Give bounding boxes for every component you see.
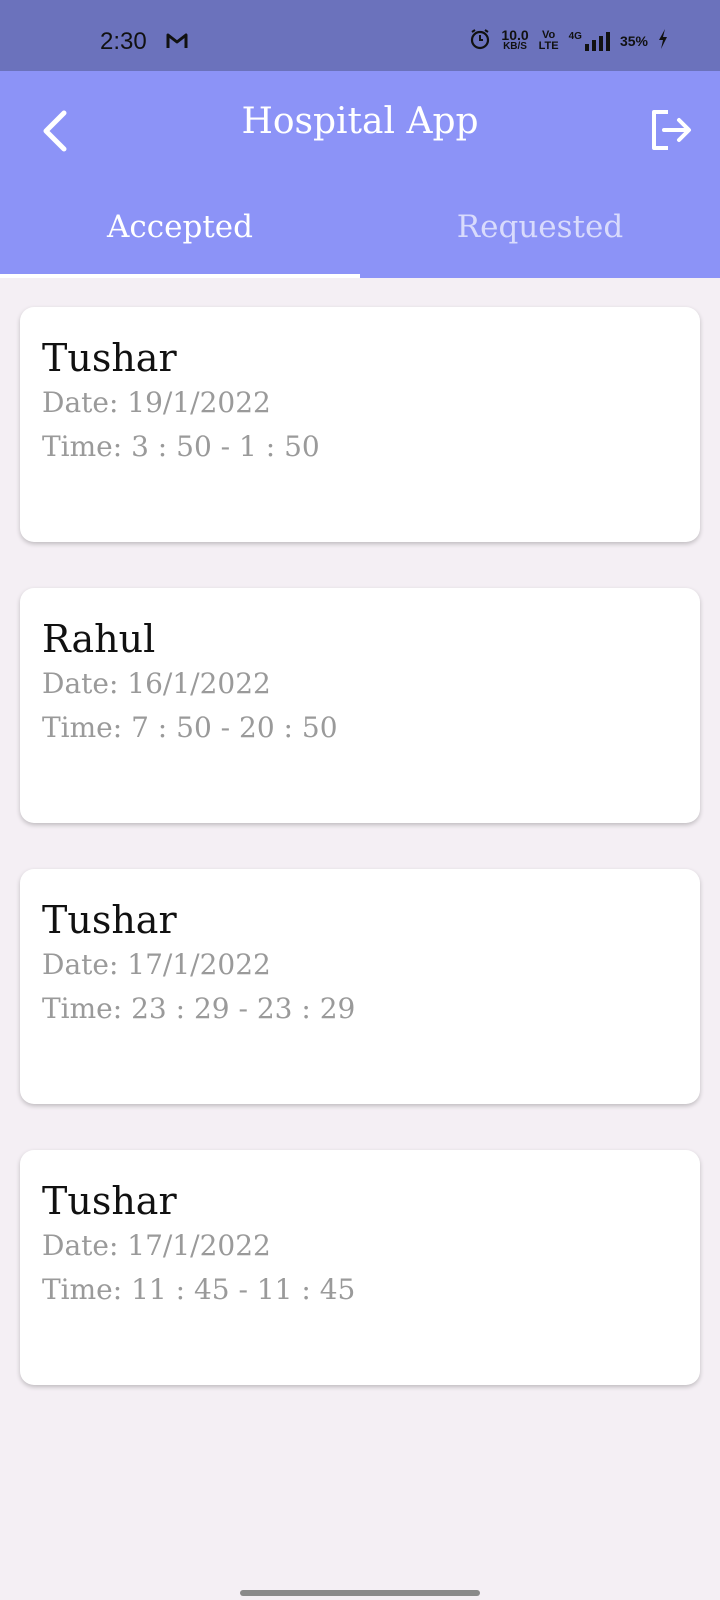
- appointment-date: Date: 17/1/2022: [42, 948, 271, 981]
- appointment-time: Time: 23 : 29 - 23 : 29: [42, 992, 356, 1025]
- charging-icon: [658, 28, 668, 54]
- appointment-date: Date: 16/1/2022: [42, 667, 271, 700]
- network-type: 4G: [568, 31, 582, 42]
- gesture-nav-handle[interactable]: [240, 1590, 480, 1596]
- appointment-date: Date: 19/1/2022: [42, 386, 271, 419]
- patient-name: Tushar: [42, 898, 177, 942]
- logout-icon[interactable]: [648, 107, 694, 153]
- alarm-icon: [469, 28, 491, 54]
- tab-requested[interactable]: Requested: [360, 201, 720, 278]
- patient-name: Rahul: [42, 617, 156, 661]
- appointment-card[interactable]: Rahul Date: 16/1/2022 Time: 7 : 50 - 20 …: [20, 588, 700, 823]
- tab-accepted-label: Accepted: [107, 209, 253, 245]
- appointment-date: Date: 17/1/2022: [42, 1229, 271, 1262]
- speed-value: 10.0: [501, 27, 529, 43]
- tab-accepted[interactable]: Accepted: [0, 201, 360, 278]
- status-bar: 2:30 10.0 KB/S Vo LTE 4G 35%: [0, 0, 720, 71]
- status-time: 2:30: [100, 28, 147, 55]
- speed-unit: KB/S: [503, 41, 527, 52]
- status-icons: 10.0 KB/S Vo LTE 4G 35%: [469, 28, 668, 54]
- appointment-list: Tushar Date: 19/1/2022 Time: 3 : 50 - 1 …: [20, 307, 700, 1431]
- gmail-icon: [166, 32, 188, 54]
- appointment-time: Time: 11 : 45 - 11 : 45: [42, 1273, 356, 1306]
- battery-level: 35%: [619, 33, 648, 49]
- appointment-time: Time: 3 : 50 - 1 : 50: [42, 430, 320, 463]
- patient-name: Tushar: [42, 336, 177, 380]
- network-speed: 10.0 KB/S: [501, 27, 529, 53]
- tab-bar: Accepted Requested: [0, 201, 720, 278]
- appointment-card[interactable]: Tushar Date: 17/1/2022 Time: 23 : 29 - 2…: [20, 869, 700, 1104]
- signal-icon: 4G: [569, 31, 610, 51]
- app-bar: Hospital App Accepted Requested: [0, 71, 720, 278]
- appointment-card[interactable]: Tushar Date: 19/1/2022 Time: 3 : 50 - 1 …: [20, 307, 700, 542]
- page-title: Hospital App: [241, 101, 479, 142]
- patient-name: Tushar: [42, 1179, 177, 1223]
- tab-requested-label: Requested: [456, 209, 624, 245]
- tab-indicator: [0, 274, 360, 278]
- appointment-card[interactable]: Tushar Date: 17/1/2022 Time: 11 : 45 - 1…: [20, 1150, 700, 1385]
- appointment-time: Time: 7 : 50 - 20 : 50: [42, 711, 338, 744]
- volte-indicator: Vo LTE: [539, 30, 559, 52]
- volte-bottom: LTE: [538, 40, 559, 52]
